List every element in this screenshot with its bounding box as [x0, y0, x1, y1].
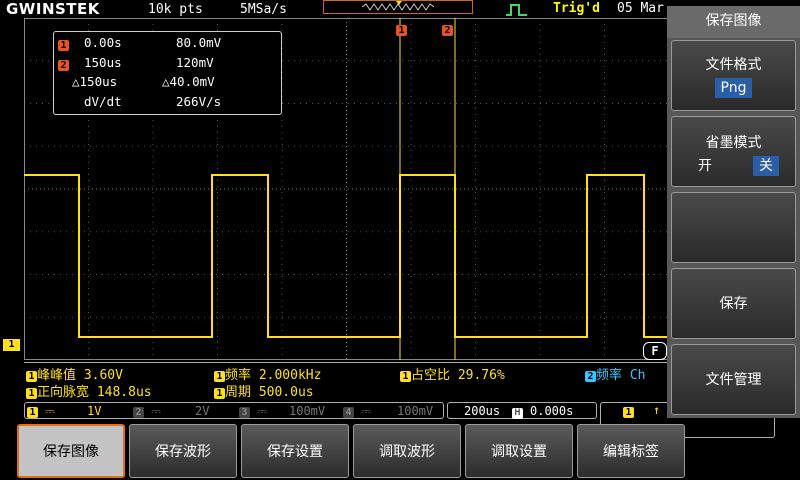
ch2-scale[interactable]: 2V	[195, 404, 209, 418]
meas-duty: 占空比 29.76%	[411, 368, 505, 383]
brand-logo: GWINSTEK	[6, 0, 100, 18]
cursor-1-time: 0.00s	[84, 35, 122, 50]
ink-saver-button[interactable]: 省墨模式 开 关	[671, 116, 796, 187]
ch1-scale[interactable]: 1V	[87, 404, 101, 418]
menu-title: 保存图像	[667, 6, 800, 38]
file-format-button[interactable]: 文件格式 Png	[671, 40, 796, 111]
side-menu: 保存图像 文件格式 Png 省墨模式 开 关 保存 文件管理	[667, 6, 800, 418]
dc-coupling-icon: ⎓	[151, 404, 161, 418]
empty-menu-slot	[671, 192, 796, 263]
ink-saver-on: 开	[698, 158, 712, 174]
ch1-ground-marker[interactable]: 1	[3, 339, 20, 351]
timebase-panel: 200us H 0.000s	[447, 402, 597, 419]
dc-coupling-icon: ⎓	[257, 404, 267, 418]
cursor-1-marker[interactable]: 1	[396, 18, 407, 37]
cursor-2-badge: 2	[58, 60, 69, 71]
dc-coupling-icon: ⎓	[361, 404, 371, 418]
record-length: 10k pts	[148, 2, 203, 17]
date-display: 05 Mar	[617, 1, 664, 16]
meas-period: 周期 500.0us	[225, 385, 314, 400]
delta-volt: △40.0mV	[162, 74, 215, 89]
cursor-2-volt: 120mV	[176, 55, 214, 70]
sample-rate: 5MSa/s	[240, 2, 287, 17]
trigger-edge-icon	[505, 2, 529, 16]
dc-coupling-icon: ⎓	[45, 404, 55, 418]
file-manager-button[interactable]: 文件管理	[671, 344, 796, 415]
cursor-1-badge: 1	[58, 40, 69, 51]
trigger-slope-icon: ↑	[653, 403, 661, 417]
dvdt-label: dV/dt	[84, 94, 122, 109]
trigger-status: Trig'd	[553, 1, 600, 16]
ch3-scale[interactable]: 100mV	[289, 404, 325, 418]
f-marker: F	[643, 342, 667, 360]
measurement-bar: 1 峰峰值 3.60V 1 频率 2.000kHz 1 占空比 29.76% 2 频率 …	[24, 362, 669, 401]
delta-time: △150us	[72, 74, 118, 89]
ch4-scale[interactable]: 100mV	[397, 404, 433, 418]
timebase[interactable]: 200us	[464, 404, 500, 418]
horizontal-position[interactable]: 0.000s	[530, 404, 573, 418]
softkey-save-setup[interactable]: 保存设置	[241, 424, 349, 478]
ink-saver-off: 关	[753, 156, 779, 176]
softkey-save-waveform[interactable]: 保存波形	[129, 424, 237, 478]
cursor-readout-panel: 1 0.00s 80.0mV 2 150us 120mV △150us △40.…	[53, 31, 282, 115]
dvdt-value: 266V/s	[176, 94, 222, 109]
meas-pos-width: 正向脉宽 148.8us	[37, 385, 152, 400]
meas-ch2-freq: 频率 Ch	[596, 368, 646, 383]
memory-navigator	[323, 0, 473, 14]
cursor-2-marker[interactable]: 2	[442, 18, 453, 37]
file-format-label: 文件格式	[705, 57, 762, 73]
softkey-recall-setup[interactable]: 调取设置	[465, 424, 573, 478]
ink-saver-label: 省墨模式	[705, 135, 762, 151]
horizontal-position-icon: H	[512, 408, 523, 419]
channel-status-bar: 1 ⎓ 1V 2 ⎓ 2V 3 ⎓ 100mV 4 ⎓ 100mV	[24, 402, 444, 419]
file-format-value: Png	[714, 78, 753, 98]
cursor-2-time: 150us	[84, 55, 122, 70]
softkey-edit-label[interactable]: 编辑标签	[577, 424, 685, 478]
save-button[interactable]: 保存	[671, 268, 796, 339]
cursor-1-volt: 80.0mV	[176, 35, 222, 50]
softkey-save-image[interactable]: 保存图像	[17, 424, 125, 478]
softkey-recall-waveform[interactable]: 调取波形	[353, 424, 461, 478]
